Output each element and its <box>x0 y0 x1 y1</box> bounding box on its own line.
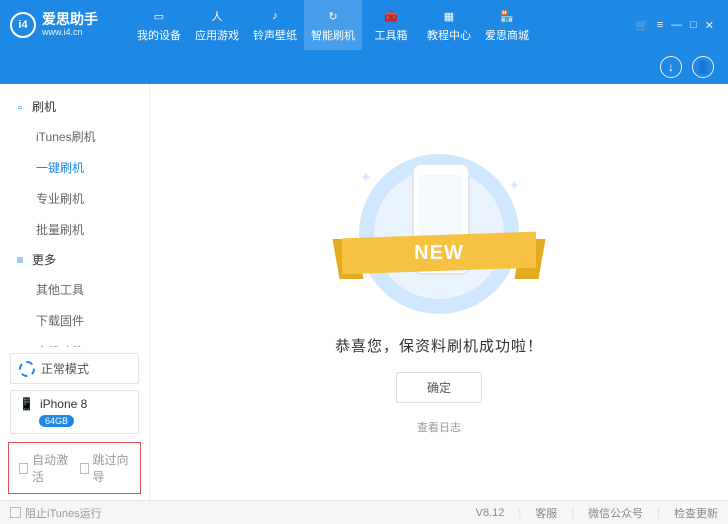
download-button[interactable]: ↓ <box>660 56 682 78</box>
apps-icon: 人 <box>208 7 226 25</box>
close-icon[interactable]: ✕ <box>705 19 714 32</box>
cart-icon[interactable]: 🛒 <box>635 19 649 32</box>
menu-icon[interactable]: ≡ <box>657 19 663 31</box>
maximize-icon[interactable]: □ <box>690 19 697 31</box>
user-bar: ↓ 👤 <box>0 50 728 84</box>
ribbon: NEW <box>342 235 536 271</box>
nav-smart-flash[interactable]: ↻智能刷机 <box>304 0 362 50</box>
checkbox-auto-activate[interactable]: 自动激活 <box>19 451 70 485</box>
sidebar-group-more: ≡更多 <box>0 245 149 274</box>
success-illustration: ✦✦✦✦ NEW <box>334 149 544 319</box>
user-button[interactable]: 👤 <box>692 56 714 78</box>
ribbon-text: NEW <box>342 235 536 271</box>
logo-icon: i4 <box>10 12 36 38</box>
toolbox-icon: 🧰 <box>382 7 400 25</box>
window-controls: 🛒 ≡ — □ ✕ <box>635 19 718 32</box>
wechat-link[interactable]: 微信公众号 <box>588 505 643 521</box>
options-row: 自动激活 跳过向导 <box>8 442 141 494</box>
checkbox-skip-guide[interactable]: 跳过向导 <box>80 451 131 485</box>
check-update-link[interactable]: 检查更新 <box>674 505 718 521</box>
minimize-icon[interactable]: — <box>671 19 682 31</box>
nav-apps-games[interactable]: 人应用游戏 <box>188 0 246 50</box>
group-icon: ≡ <box>14 253 26 267</box>
sidebar-item-one-click-flash[interactable]: 一键刷机 <box>0 152 149 183</box>
user-icon: 👤 <box>696 60 711 74</box>
nav-store[interactable]: 🏪爱思商城 <box>478 0 536 50</box>
app-url: www.i4.cn <box>42 28 98 38</box>
storage-badge: 64GB <box>39 415 74 427</box>
download-icon: ↓ <box>668 60 674 74</box>
sidebar: ▫刷机 iTunes刷机 一键刷机 专业刷机 批量刷机 ≡更多 其他工具 下载固… <box>0 84 150 500</box>
ok-button[interactable]: 确定 <box>396 372 482 403</box>
top-nav: ▭我的设备 人应用游戏 ♪铃声壁纸 ↻智能刷机 🧰工具箱 ▦教程中心 🏪爱思商城 <box>130 0 635 50</box>
app-logo: i4 爱思助手 www.i4.cn <box>10 12 130 38</box>
sidebar-item-batch-flash[interactable]: 批量刷机 <box>0 214 149 245</box>
nav-toolbox[interactable]: 🧰工具箱 <box>362 0 420 50</box>
mode-label: 正常模式 <box>41 360 89 377</box>
view-log-link[interactable]: 查看日志 <box>417 419 461 435</box>
group-icon: ▫ <box>14 100 26 114</box>
phone-icon: 📱 <box>19 397 34 411</box>
checkbox-stop-itunes[interactable]: 阻止iTunes运行 <box>10 505 102 521</box>
sidebar-item-pro-flash[interactable]: 专业刷机 <box>0 183 149 214</box>
nav-tutorials[interactable]: ▦教程中心 <box>420 0 478 50</box>
store-icon: 🏪 <box>498 7 516 25</box>
success-message: 恭喜您，保资料刷机成功啦！ <box>335 335 543 356</box>
sidebar-group-flash: ▫刷机 <box>0 92 149 121</box>
device-indicator[interactable]: 📱 iPhone 8 64GB <box>10 390 139 434</box>
support-link[interactable]: 客服 <box>535 505 557 521</box>
mode-indicator[interactable]: 正常模式 <box>10 353 139 384</box>
app-name: 爱思助手 <box>42 12 98 27</box>
device-icon: ▭ <box>150 7 168 25</box>
sidebar-item-download-firmware[interactable]: 下载固件 <box>0 305 149 336</box>
flash-icon: ↻ <box>324 7 342 25</box>
sidebar-item-advanced[interactable]: 高级功能 <box>0 336 149 347</box>
status-bar: 阻止iTunes运行 V8.12 | 客服 | 微信公众号 | 检查更新 <box>0 500 728 524</box>
sidebar-item-other-tools[interactable]: 其他工具 <box>0 274 149 305</box>
mode-icon <box>19 361 35 377</box>
nav-my-device[interactable]: ▭我的设备 <box>130 0 188 50</box>
nav-ringtones[interactable]: ♪铃声壁纸 <box>246 0 304 50</box>
ringtone-icon: ♪ <box>266 7 284 25</box>
title-bar: i4 爱思助手 www.i4.cn ▭我的设备 人应用游戏 ♪铃声壁纸 ↻智能刷… <box>0 0 728 50</box>
device-name: iPhone 8 <box>40 397 87 411</box>
version-label: V8.12 <box>476 507 505 519</box>
tutorial-icon: ▦ <box>440 7 458 25</box>
sidebar-item-itunes-flash[interactable]: iTunes刷机 <box>0 121 149 152</box>
main-panel: ✦✦✦✦ NEW 恭喜您，保资料刷机成功啦！ 确定 查看日志 <box>150 84 728 500</box>
